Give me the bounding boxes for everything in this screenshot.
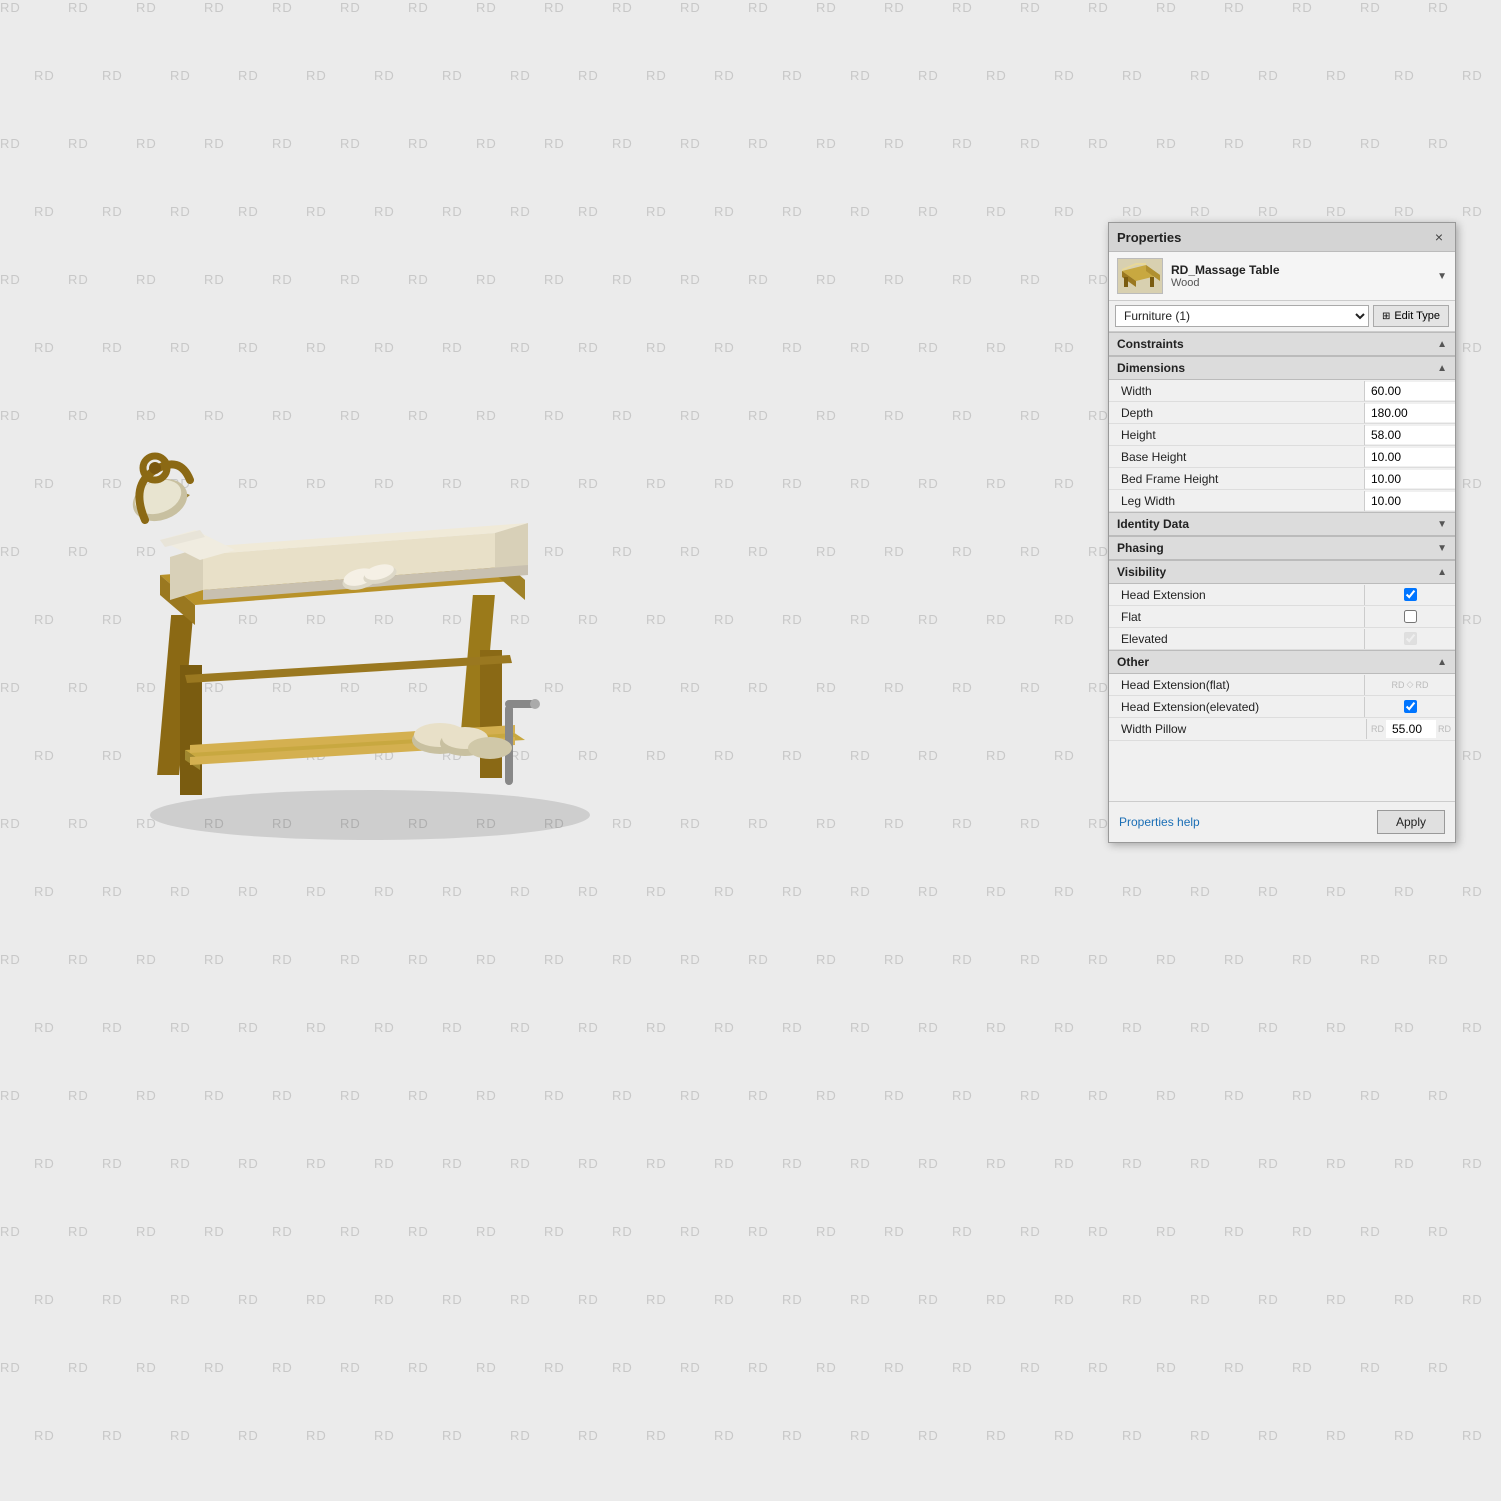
prop-checkbox-head-extension-elevated bbox=[1365, 697, 1455, 716]
dimensions-toggle: ▲ bbox=[1437, 363, 1447, 374]
prop-row-head-extension: Head Extension bbox=[1109, 584, 1455, 606]
prop-row-height: Height bbox=[1109, 424, 1455, 446]
prop-value-depth[interactable] bbox=[1365, 404, 1455, 422]
object-subname: Wood bbox=[1171, 277, 1429, 289]
section-phasing[interactable]: Phasing ▼ bbox=[1109, 536, 1455, 560]
other-toggle: ▲ bbox=[1437, 657, 1447, 668]
section-dimensions[interactable]: Dimensions ▲ bbox=[1109, 356, 1455, 380]
prop-checkbox-head-extension-flat: RD ◇ RD bbox=[1365, 677, 1455, 692]
object-dropdown-arrow[interactable]: ▼ bbox=[1437, 271, 1447, 282]
type-dropdown[interactable]: Furniture (1) bbox=[1115, 305, 1369, 327]
section-visibility-label: Visibility bbox=[1117, 565, 1166, 579]
prop-row-leg-width: Leg Width bbox=[1109, 490, 1455, 512]
checkbox-elevated bbox=[1404, 632, 1417, 645]
prop-value-leg-width[interactable] bbox=[1365, 492, 1455, 510]
properties-help-link[interactable]: Properties help bbox=[1119, 815, 1200, 829]
prop-value-base-height[interactable] bbox=[1365, 448, 1455, 466]
prop-value-bed-frame-height[interactable] bbox=[1365, 470, 1455, 488]
checkbox-flat[interactable] bbox=[1404, 610, 1417, 623]
section-phasing-label: Phasing bbox=[1117, 541, 1164, 555]
section-constraints[interactable]: Constraints ▲ bbox=[1109, 332, 1455, 356]
properties-panel: Properties × RD_Massage Table Wood ▼ Fur… bbox=[1108, 222, 1456, 843]
prop-value-width[interactable] bbox=[1365, 382, 1455, 400]
prop-row-base-height: Base Height bbox=[1109, 446, 1455, 468]
prop-row-width: Width bbox=[1109, 380, 1455, 402]
section-visibility[interactable]: Visibility ▲ bbox=[1109, 560, 1455, 584]
prop-label-bed-frame-height: Bed Frame Height bbox=[1109, 469, 1365, 489]
object-header: RD_Massage Table Wood ▼ bbox=[1109, 252, 1455, 301]
section-other-label: Other bbox=[1117, 655, 1149, 669]
prop-label-head-extension: Head Extension bbox=[1109, 585, 1365, 605]
section-other[interactable]: Other ▲ bbox=[1109, 650, 1455, 674]
prop-label-height: Height bbox=[1109, 425, 1365, 445]
prop-row-width-pillow: Width Pillow RD RD bbox=[1109, 718, 1455, 741]
checkbox-head-extension-elevated[interactable] bbox=[1404, 700, 1417, 713]
section-identity-data-label: Identity Data bbox=[1117, 517, 1189, 531]
prop-row-flat: Flat bbox=[1109, 606, 1455, 628]
object-info: RD_Massage Table Wood bbox=[1171, 263, 1429, 289]
prop-row-head-extension-elevated: Head Extension(elevated) bbox=[1109, 696, 1455, 718]
thumbnail-icon bbox=[1118, 259, 1162, 293]
phasing-toggle: ▼ bbox=[1437, 543, 1447, 554]
prop-label-width-pillow: Width Pillow bbox=[1109, 719, 1367, 739]
prop-row-head-extension-flat: Head Extension(flat) RD ◇ RD bbox=[1109, 674, 1455, 696]
prop-label-width: Width bbox=[1109, 381, 1365, 401]
prop-label-leg-width: Leg Width bbox=[1109, 491, 1365, 511]
section-dimensions-label: Dimensions bbox=[1117, 361, 1185, 375]
panel-footer: Properties help Apply bbox=[1109, 801, 1455, 842]
prop-label-flat: Flat bbox=[1109, 607, 1365, 627]
prop-row-bed-frame-height: Bed Frame Height bbox=[1109, 468, 1455, 490]
identity-data-toggle: ▼ bbox=[1437, 519, 1447, 530]
prop-checkbox-head-extension bbox=[1365, 585, 1455, 604]
rd-pillow-post: RD bbox=[1438, 724, 1451, 734]
prop-checkbox-elevated bbox=[1365, 629, 1455, 648]
rd-pillow-pre: RD bbox=[1371, 724, 1384, 734]
prop-value-width-pillow[interactable] bbox=[1386, 720, 1436, 738]
rd-label-1: RD bbox=[1392, 680, 1405, 690]
prop-label-depth: Depth bbox=[1109, 403, 1365, 423]
prop-row-depth: Depth bbox=[1109, 402, 1455, 424]
close-button[interactable]: × bbox=[1431, 229, 1447, 245]
visibility-toggle: ▲ bbox=[1437, 567, 1447, 578]
panel-titlebar: Properties × bbox=[1109, 223, 1455, 252]
prop-row-elevated: Elevated bbox=[1109, 628, 1455, 650]
edit-type-button[interactable]: ⊞ Edit Type bbox=[1373, 305, 1449, 327]
checkbox-head-extension[interactable] bbox=[1404, 588, 1417, 601]
prop-label-head-extension-flat: Head Extension(flat) bbox=[1109, 675, 1365, 695]
section-constraints-label: Constraints bbox=[1117, 337, 1184, 351]
constraints-toggle: ▲ bbox=[1437, 339, 1447, 350]
panel-spacer bbox=[1109, 741, 1455, 801]
rd-label-2: RD bbox=[1415, 680, 1428, 690]
prop-checkbox-flat bbox=[1365, 607, 1455, 626]
object-thumbnail bbox=[1117, 258, 1163, 294]
object-name: RD_Massage Table bbox=[1171, 263, 1429, 277]
prop-label-base-height: Base Height bbox=[1109, 447, 1365, 467]
massage-table-model bbox=[50, 250, 700, 900]
section-identity-data[interactable]: Identity Data ▼ bbox=[1109, 512, 1455, 536]
edit-type-icon: ⊞ bbox=[1382, 311, 1390, 322]
type-selector-row: Furniture (1) ⊞ Edit Type bbox=[1109, 301, 1455, 332]
panel-title: Properties bbox=[1117, 230, 1181, 245]
prop-label-elevated: Elevated bbox=[1109, 629, 1365, 649]
rd-icon-1: ◇ bbox=[1407, 679, 1414, 690]
prop-value-height[interactable] bbox=[1365, 426, 1455, 444]
apply-button[interactable]: Apply bbox=[1377, 810, 1445, 834]
prop-label-head-extension-elevated: Head Extension(elevated) bbox=[1109, 697, 1365, 717]
panel-content[interactable]: Constraints ▲ Dimensions ▲ Width Depth H… bbox=[1109, 332, 1455, 801]
